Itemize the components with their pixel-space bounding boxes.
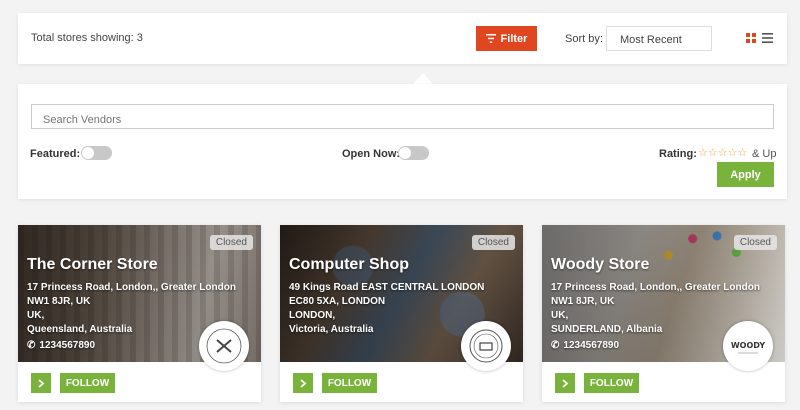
rating-label: Rating: xyxy=(659,148,697,160)
chevron-right-icon xyxy=(300,378,307,388)
address-line: 17 Princess Road, London,, Greater Londo… xyxy=(27,282,236,307)
store-name[interactable]: Computer Shop xyxy=(289,256,409,274)
store-logo: WOODY xyxy=(723,321,773,371)
filter-panel: Featured: Open Now: Rating: ☆☆☆☆☆ & Up A… xyxy=(18,84,787,199)
featured-label: Featured: xyxy=(30,148,81,160)
store-logo xyxy=(199,321,249,371)
store-logo-mark xyxy=(469,329,503,363)
chevron-right-icon xyxy=(562,378,569,388)
store-name[interactable]: Woody Store xyxy=(551,256,649,274)
phone-number: 1234567890 xyxy=(39,340,96,351)
address-line: 17 Princess Road, London,, Greater Londo… xyxy=(551,282,760,307)
store-logo xyxy=(461,321,511,371)
sort-select[interactable]: Most Recent xyxy=(606,26,712,51)
follow-button[interactable]: FOLLOW xyxy=(584,373,639,393)
filter-button-label: Filter xyxy=(500,32,528,45)
store-logo-mark: WOODY xyxy=(731,341,765,354)
open-now-toggle[interactable] xyxy=(398,146,429,160)
svg-text:WOODY: WOODY xyxy=(731,341,765,350)
phone-icon: ✆ xyxy=(27,340,36,351)
sort-label: Sort by: xyxy=(565,33,603,45)
store-card[interactable]: Closed Woody Store 17 Princess Road, Lon… xyxy=(542,225,785,402)
chevron-right-icon xyxy=(38,378,45,388)
rating-stars[interactable]: ☆☆☆☆☆ xyxy=(698,146,747,159)
view-store-button[interactable] xyxy=(293,373,313,393)
follow-button[interactable]: FOLLOW xyxy=(60,373,115,393)
grid-view-icon[interactable] xyxy=(746,33,756,43)
list-view-icon[interactable] xyxy=(762,33,773,43)
filter-button[interactable]: Filter xyxy=(476,26,537,51)
featured-toggle[interactable] xyxy=(81,146,112,160)
store-phone: ✆ 1234567890 xyxy=(551,340,619,351)
address-line: LONDON, xyxy=(289,310,336,321)
address-line: UK, xyxy=(27,310,45,321)
follow-button[interactable]: FOLLOW xyxy=(322,373,377,393)
view-store-button[interactable] xyxy=(555,373,575,393)
store-card[interactable]: Closed Computer Shop 49 Kings Road EAST … xyxy=(280,225,523,402)
status-badge: Closed xyxy=(471,235,515,250)
store-name[interactable]: The Corner Store xyxy=(27,256,158,274)
address-line: 49 Kings Road EAST CENTRAL LONDON EC80 5… xyxy=(289,282,485,307)
results-toolbar: Total stores showing: 3 Filter Sort by: … xyxy=(18,13,787,64)
status-badge: Closed xyxy=(733,235,777,250)
address-line: UK, xyxy=(551,310,569,321)
open-now-label: Open Now: xyxy=(342,148,401,160)
store-phone: ✆ 1234567890 xyxy=(27,340,95,351)
view-store-button[interactable] xyxy=(31,373,51,393)
search-vendors-input[interactable] xyxy=(31,104,774,129)
status-badge: Closed xyxy=(209,235,253,250)
phone-icon: ✆ xyxy=(551,340,560,351)
panel-caret xyxy=(413,73,433,84)
filter-icon xyxy=(485,34,496,43)
phone-number: 1234567890 xyxy=(563,340,620,351)
total-stores-label: Total stores showing: 3 xyxy=(31,32,143,44)
rating-suffix: & Up xyxy=(752,148,777,160)
apply-button[interactable]: Apply xyxy=(717,162,774,187)
store-logo-mark xyxy=(206,328,242,364)
store-card[interactable]: Closed The Corner Store 17 Princess Road… xyxy=(18,225,261,402)
